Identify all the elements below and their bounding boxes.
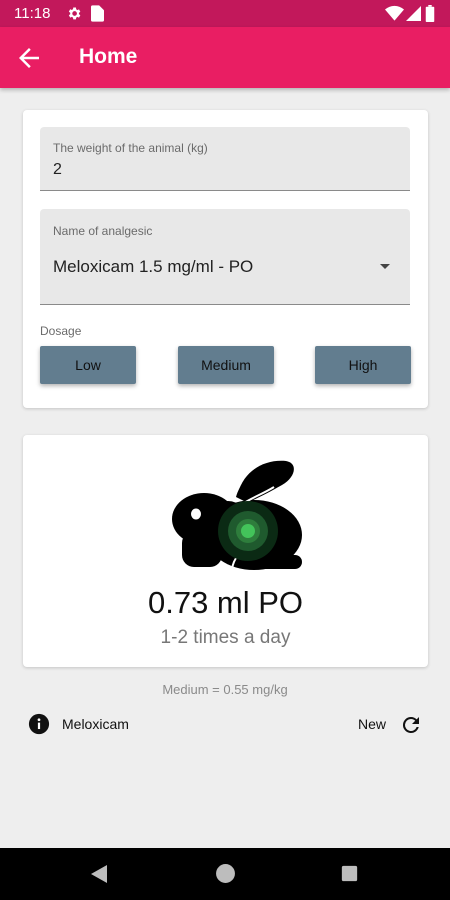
dropdown-arrow-icon[interactable]	[380, 264, 390, 269]
wifi-icon	[385, 5, 404, 21]
arrow-back-icon[interactable]	[14, 43, 44, 73]
battery-icon	[425, 5, 435, 22]
signal-icon	[406, 6, 421, 21]
dosage-high-button[interactable]: High	[315, 346, 411, 384]
analgesic-select[interactable]: Name of analgesic Meloxicam 1.5 mg/ml - …	[40, 209, 410, 305]
system-nav-bar	[0, 848, 450, 900]
dose-info-text: Medium = 0.55 mg/kg	[162, 682, 288, 697]
new-button-label[interactable]: New	[358, 716, 386, 732]
status-bar: 11:18	[0, 0, 450, 27]
weight-field[interactable]: The weight of the animal (kg) 2	[40, 127, 410, 191]
info-icon[interactable]	[28, 713, 50, 735]
app-bar: Home	[0, 27, 450, 88]
analgesic-select-value[interactable]: Meloxicam 1.5 mg/ml - PO	[53, 257, 253, 277]
nav-back-icon[interactable]	[89, 864, 109, 884]
dosage-low-button[interactable]: Low	[40, 346, 136, 384]
page-title: Home	[79, 45, 138, 68]
analgesic-select-label: Name of analgesic	[53, 224, 153, 238]
result-amount: 0.73 ml PO	[147, 585, 304, 620]
calculator-form-card: The weight of the animal (kg) 2 Name of …	[23, 110, 428, 408]
refresh-icon[interactable]	[399, 713, 423, 737]
nav-recent-icon[interactable]	[341, 865, 358, 882]
status-time: 11:18	[14, 5, 51, 22]
result-frequency: 1-2 times a day	[160, 627, 291, 648]
nav-home-icon[interactable]	[215, 863, 236, 884]
drug-info-label[interactable]: Meloxicam	[62, 716, 129, 732]
rabbit-icon	[172, 460, 302, 570]
dosage-label: Dosage	[40, 324, 82, 338]
weight-field-label: The weight of the animal (kg)	[53, 141, 208, 155]
dosage-medium-button[interactable]: Medium	[178, 346, 274, 384]
weight-field-value[interactable]: 2	[53, 161, 62, 179]
sim-card-icon	[91, 5, 104, 22]
result-card: 0.73 ml PO 1-2 times a day	[23, 435, 428, 667]
gear-icon	[68, 7, 81, 20]
